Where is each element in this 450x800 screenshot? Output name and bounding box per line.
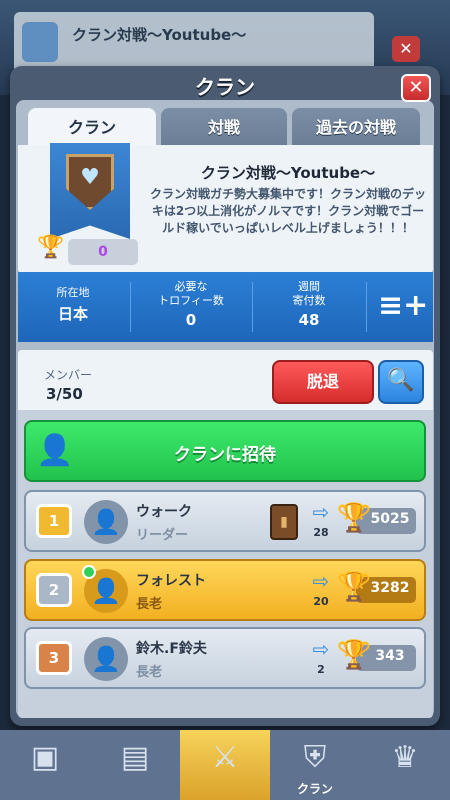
clan-settings-menu-icon[interactable]: ≡+ bbox=[378, 286, 428, 326]
rank-badge: 2 bbox=[36, 573, 72, 607]
league-badge-icon: ▮ bbox=[270, 504, 298, 540]
avatar: 👤 bbox=[84, 500, 128, 544]
rank-badge: 1 bbox=[36, 504, 72, 538]
heart-icon: ♥ bbox=[80, 165, 100, 190]
chest-icon: ▣ bbox=[30, 740, 60, 775]
stat-label: 週間 寄付数 bbox=[292, 280, 326, 307]
crown-icon: ♛ bbox=[391, 740, 419, 775]
member-row[interactable]: 3 👤 鈴木.F鈴夫 長老 ⇨ 2 🏆 343 bbox=[24, 627, 426, 689]
stat-label: 必要な トロフィー数 bbox=[158, 280, 224, 307]
clan-name: クラン対戦～Youtube～ bbox=[200, 164, 376, 182]
stat-value: 0 bbox=[185, 311, 197, 329]
stat-required-trophies: 必要な トロフィー数 0 bbox=[132, 272, 250, 342]
member-role: 長老 bbox=[136, 597, 163, 612]
rank-badge: 3 bbox=[36, 641, 72, 675]
member-role: 長老 bbox=[136, 665, 163, 680]
background-clan-title: クラン対戦～Youtube～ bbox=[72, 26, 247, 44]
member-row[interactable]: 1 👤 ウォーク リーダー ▮ ⇨ 28 🏆 5025 bbox=[24, 490, 426, 552]
nav-clan-label: クラン bbox=[296, 782, 333, 796]
nav-shop[interactable]: ▣ bbox=[0, 730, 90, 800]
donation-icon: ⇨ bbox=[312, 500, 330, 524]
divider bbox=[130, 282, 131, 332]
bottom-nav: ▣ ▤ ⚔ ⛨ クラン ♛ bbox=[0, 730, 450, 800]
members-count: 3/50 bbox=[46, 385, 83, 403]
stat-value: 日本 bbox=[57, 305, 88, 323]
stat-location: 所在地 日本 bbox=[18, 272, 128, 342]
leave-clan-button[interactable]: 脱退 bbox=[272, 360, 374, 404]
tab-clan[interactable]: クラン bbox=[28, 108, 156, 148]
member-role: リーダー bbox=[136, 528, 189, 543]
trophy-count: 343 bbox=[375, 648, 405, 664]
member-row[interactable]: 2 👤 フォレスト 長老 ⇨ 20 🏆 3282 bbox=[24, 559, 426, 621]
invite-button-label: クランに招待 bbox=[174, 445, 276, 465]
donation-icon: ⇨ bbox=[312, 569, 330, 593]
nav-battle[interactable]: ⚔ bbox=[180, 730, 270, 800]
tab-bar: クラン 対戦 過去の対戦 bbox=[20, 108, 430, 148]
donation-count: 20 bbox=[313, 595, 329, 608]
members-label: メンバー bbox=[44, 368, 93, 382]
donation-count: 28 bbox=[313, 526, 329, 539]
divider bbox=[252, 282, 253, 332]
donation-icon: ⇨ bbox=[312, 637, 330, 661]
background-clan-badge-icon bbox=[22, 22, 58, 62]
clan-stats-bar: 所在地 日本 必要な トロフィー数 0 週間 寄付数 48 ≡+ bbox=[18, 272, 433, 342]
member-name: 鈴木.F鈴夫 bbox=[136, 641, 207, 657]
stat-weekly-donations: 週間 寄付数 48 bbox=[254, 272, 364, 342]
trophy-count: 3282 bbox=[370, 580, 410, 596]
panel-title: クラン bbox=[195, 75, 255, 99]
war-trophy-icon: 🏆 bbox=[37, 235, 65, 260]
clan-shield-nav-icon: ⛨ bbox=[303, 740, 327, 775]
nav-clan[interactable]: ⛨ クラン bbox=[270, 730, 360, 800]
background-close-icon: ✕ bbox=[392, 36, 420, 62]
stat-label: 所在地 bbox=[56, 286, 90, 299]
cards-icon: ▤ bbox=[120, 740, 150, 775]
tab-war[interactable]: 対戦 bbox=[161, 108, 287, 148]
war-trophy-count: 0 bbox=[68, 239, 138, 265]
clan-description: クラン対戦ガチ勢大募集中です！クラン対戦のデッキは2つ以上消化がノルマです！クラ… bbox=[150, 187, 427, 235]
online-indicator-icon bbox=[82, 565, 96, 579]
avatar: 👤 bbox=[84, 637, 128, 681]
donation-count: 2 bbox=[317, 663, 325, 676]
nav-cards[interactable]: ▤ bbox=[90, 730, 180, 800]
member-name: ウォーク bbox=[136, 504, 192, 520]
tab-past-wars[interactable]: 過去の対戦 bbox=[292, 108, 420, 148]
member-name: フォレスト bbox=[136, 573, 206, 589]
close-button[interactable]: ✕ bbox=[401, 74, 431, 102]
crossed-swords-icon: ⚔ bbox=[211, 740, 239, 775]
divider bbox=[366, 282, 367, 332]
search-icon[interactable]: 🔍 bbox=[378, 360, 424, 404]
trophy-count: 5025 bbox=[370, 511, 410, 527]
nav-events[interactable]: ♛ bbox=[360, 730, 450, 800]
stat-value: 48 bbox=[298, 311, 320, 329]
